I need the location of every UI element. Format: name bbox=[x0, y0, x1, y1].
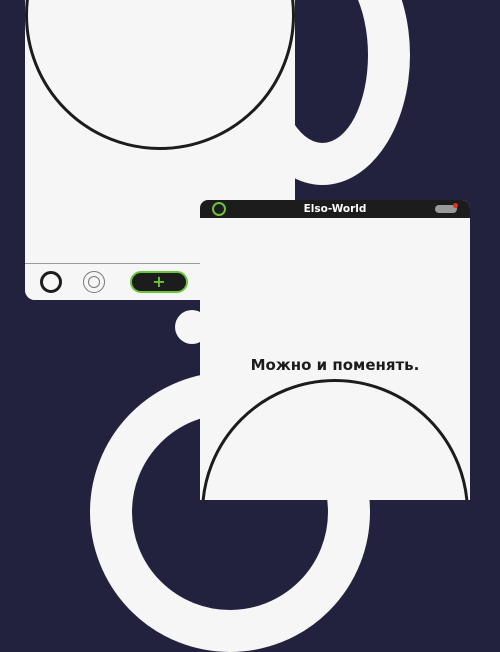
message-text: Можно и поменять. bbox=[250, 356, 420, 374]
right-window: Elso-World Можно и поменять. bbox=[200, 200, 470, 500]
title-bar: Elso-World bbox=[200, 200, 470, 218]
plus-icon: + bbox=[152, 272, 166, 291]
add-button[interactable]: + bbox=[130, 271, 188, 293]
notification-dot-icon bbox=[453, 203, 458, 208]
target-icon[interactable] bbox=[83, 271, 105, 293]
window-title: Elso-World bbox=[303, 203, 367, 215]
ring-icon[interactable] bbox=[40, 271, 62, 293]
canvas-circle bbox=[201, 379, 469, 500]
canvas-circle bbox=[25, 0, 295, 150]
